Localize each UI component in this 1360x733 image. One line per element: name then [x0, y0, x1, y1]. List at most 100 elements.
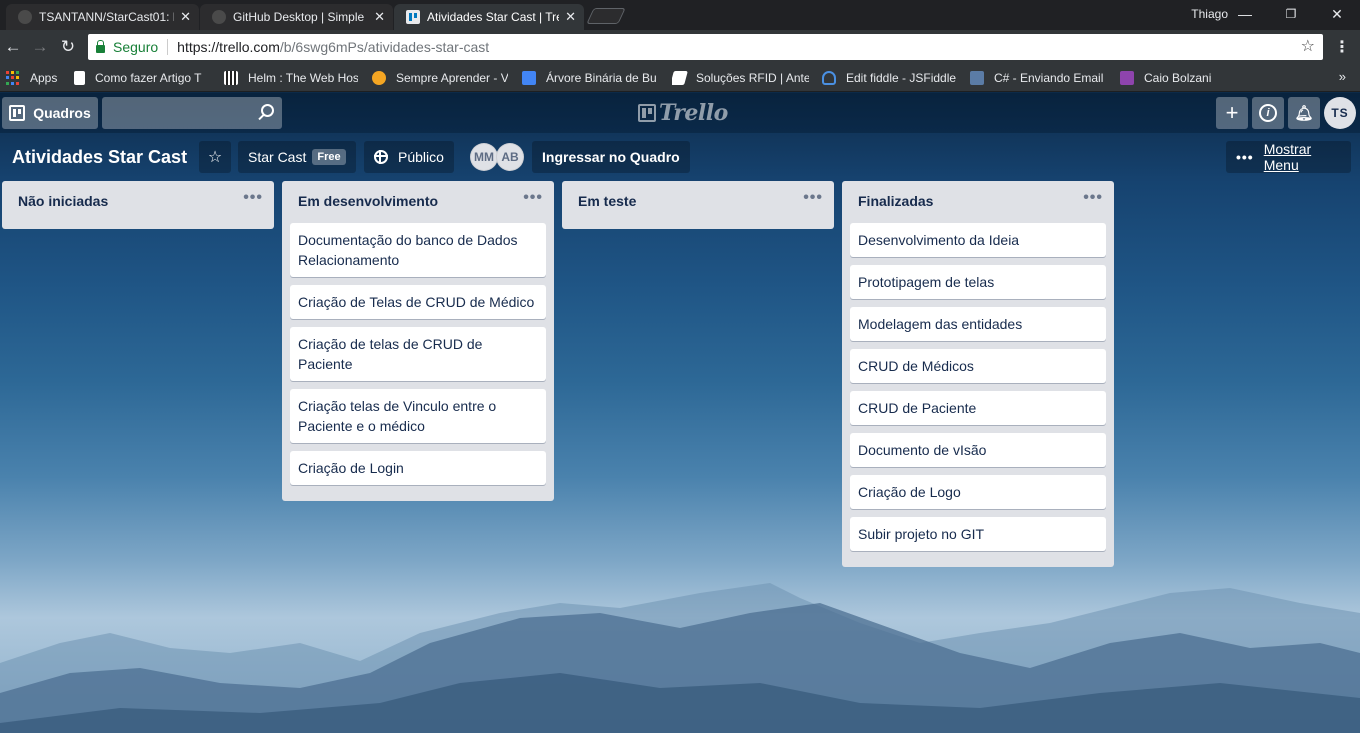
trello-logo[interactable]: Trello	[638, 98, 728, 128]
notifications-button[interactable]: 🔔︎	[1288, 97, 1320, 129]
divider	[167, 39, 169, 55]
list-title[interactable]: Não iniciadas	[18, 193, 108, 209]
card[interactable]: Criação de Login	[290, 451, 546, 485]
card[interactable]: CRUD de Médicos	[850, 349, 1106, 383]
close-tab-icon[interactable]: ✕	[180, 9, 191, 25]
boards-button[interactable]: Quadros	[2, 97, 98, 129]
url-path: /b/6swg6mPs/atividades-star-cast	[279, 39, 490, 55]
bookmarks-bar: Apps Como fazer Artigo T Helm : The Web …	[0, 64, 1360, 92]
jsfiddle-icon	[822, 71, 836, 85]
bookmark-item[interactable]: C# - Enviando Email	[970, 69, 1106, 87]
forward-arrow-icon[interactable]: →	[29, 36, 51, 58]
browser-tab[interactable]: TSANTANN/StarCast01: P ✕	[6, 4, 199, 30]
trello-logo-text: Trello	[659, 100, 728, 126]
list-menu-icon[interactable]: •••	[1083, 189, 1103, 207]
board-title[interactable]: Atividades Star Cast	[4, 141, 195, 173]
bookmark-apps[interactable]: Apps	[6, 69, 57, 87]
card[interactable]: Subir projeto no GIT	[850, 517, 1106, 551]
info-button[interactable]: i	[1252, 97, 1284, 129]
bookmark-star-icon[interactable]: ☆	[1301, 36, 1315, 56]
info-icon: i	[1259, 104, 1277, 122]
close-tab-icon[interactable]: ✕	[565, 9, 576, 25]
more-bookmarks-icon[interactable]: »	[1339, 69, 1346, 84]
list-header[interactable]: Em desenvolvimento •••	[282, 181, 554, 221]
more-dots-icon: •••	[1236, 149, 1254, 165]
bookmark-label: Edit fiddle - JSFiddle	[846, 71, 957, 85]
card[interactable]: Criação de telas de CRUD de Paciente	[290, 327, 546, 381]
reload-icon[interactable]: ↻	[57, 36, 79, 58]
card[interactable]: Documentação do banco de Dados Relaciona…	[290, 223, 546, 277]
card[interactable]: Criação telas de Vinculo entre o Pacient…	[290, 389, 546, 443]
card[interactable]: CRUD de Paciente	[850, 391, 1106, 425]
maximize-button[interactable]: ❐	[1268, 0, 1314, 28]
page-icon	[74, 71, 85, 85]
bookmark-label: C# - Enviando Email	[994, 71, 1104, 85]
card[interactable]: Criação de Telas de CRUD de Médico	[290, 285, 546, 319]
list-header[interactable]: Finalizadas •••	[842, 181, 1114, 221]
list-header[interactable]: Em teste •••	[562, 181, 834, 221]
browser-menu-icon[interactable]: ⋮	[1334, 37, 1350, 57]
bell-icon: 🔔︎	[1294, 105, 1314, 122]
join-board-button[interactable]: Ingressar no Quadro	[532, 141, 690, 173]
list-em-desenvolvimento: Em desenvolvimento ••• Documentação do b…	[282, 181, 554, 501]
list-header[interactable]: Não iniciadas •••	[2, 181, 274, 221]
bookmark-item[interactable]: Caio Bolzani	[1120, 69, 1220, 87]
bookmark-item[interactable]: Como fazer Artigo T	[74, 69, 208, 87]
team-badge: Free	[312, 149, 346, 165]
star-icon: ☆	[207, 149, 223, 166]
trello-icon	[406, 10, 420, 24]
browser-toolbar: ← → ↻ Seguro https://trello.com/b/6swg6m…	[0, 30, 1360, 64]
bookmark-item[interactable]: Edit fiddle - JSFiddle	[822, 69, 962, 87]
add-button[interactable]: +	[1216, 97, 1248, 129]
secure-label: Seguro	[113, 39, 159, 55]
user-avatar[interactable]: TS	[1324, 97, 1356, 129]
show-menu-button[interactable]: ••• Mostrar Menu	[1226, 141, 1351, 173]
list-menu-icon[interactable]: •••	[523, 189, 543, 207]
bookmark-item[interactable]: Sempre Aprender - V	[372, 69, 508, 87]
card[interactable]: Criação de Logo	[850, 475, 1106, 509]
new-tab-button[interactable]	[586, 8, 626, 24]
list-title[interactable]: Em teste	[578, 193, 636, 209]
card[interactable]: Prototipagem de telas	[850, 265, 1106, 299]
search-input[interactable]	[102, 97, 252, 129]
bookmark-item[interactable]: Soluções RFID | Ante	[672, 69, 809, 87]
github-icon	[18, 10, 32, 24]
lock-icon	[96, 40, 105, 53]
list-title[interactable]: Finalizadas	[858, 193, 933, 209]
list-em-teste: Em teste •••	[562, 181, 834, 229]
bookmark-label: Sempre Aprender - V	[396, 71, 508, 85]
profile-b-icon	[1120, 71, 1134, 85]
bookmark-item[interactable]: Helm : The Web Hos	[224, 69, 358, 87]
team-button[interactable]: Star Cast Free	[238, 141, 356, 173]
card[interactable]: Modelagem das entidades	[850, 307, 1106, 341]
bookmark-label: Como fazer Artigo T	[95, 71, 202, 85]
close-tab-icon[interactable]: ✕	[374, 9, 385, 25]
rfid-icon	[672, 71, 688, 85]
list-nao-iniciadas: Não iniciadas •••	[2, 181, 274, 229]
star-board-button[interactable]: ☆	[199, 141, 231, 173]
member-avatar[interactable]: AB	[496, 143, 524, 171]
close-window-button[interactable]: ✕	[1314, 0, 1360, 28]
trello-logo-icon	[638, 104, 656, 122]
bookmark-item[interactable]: Árvore Binária de Bu	[522, 69, 658, 87]
csharp-site-icon	[970, 71, 984, 85]
url-host: https://trello.com	[177, 39, 280, 55]
globe-icon	[374, 150, 388, 164]
card[interactable]: Documento de vIsão	[850, 433, 1106, 467]
card[interactable]: Desenvolvimento da Ideia	[850, 223, 1106, 257]
search-icon[interactable]	[261, 104, 274, 117]
browser-tab-strip: TSANTANN/StarCast01: P ✕ GitHub Desktop …	[0, 0, 1360, 30]
back-arrow-icon[interactable]: ←	[2, 36, 24, 58]
member-avatar[interactable]: MM	[470, 143, 498, 171]
list-title[interactable]: Em desenvolvimento	[298, 193, 438, 209]
browser-tab[interactable]: GitHub Desktop | Simple ✕	[200, 4, 393, 30]
minimize-button[interactable]: —	[1222, 0, 1268, 28]
visibility-button[interactable]: Público	[364, 141, 454, 173]
search-field[interactable]	[102, 97, 282, 129]
list-menu-icon[interactable]: •••	[803, 189, 823, 207]
address-bar[interactable]: Seguro https://trello.com/b/6swg6mPs/ati…	[88, 34, 1323, 60]
browser-tab-active[interactable]: Atividades Star Cast | Trel ✕	[394, 4, 584, 30]
list-menu-icon[interactable]: •••	[243, 189, 263, 207]
boards-icon	[9, 105, 26, 121]
bookmark-label: Helm : The Web Hos	[248, 71, 358, 85]
